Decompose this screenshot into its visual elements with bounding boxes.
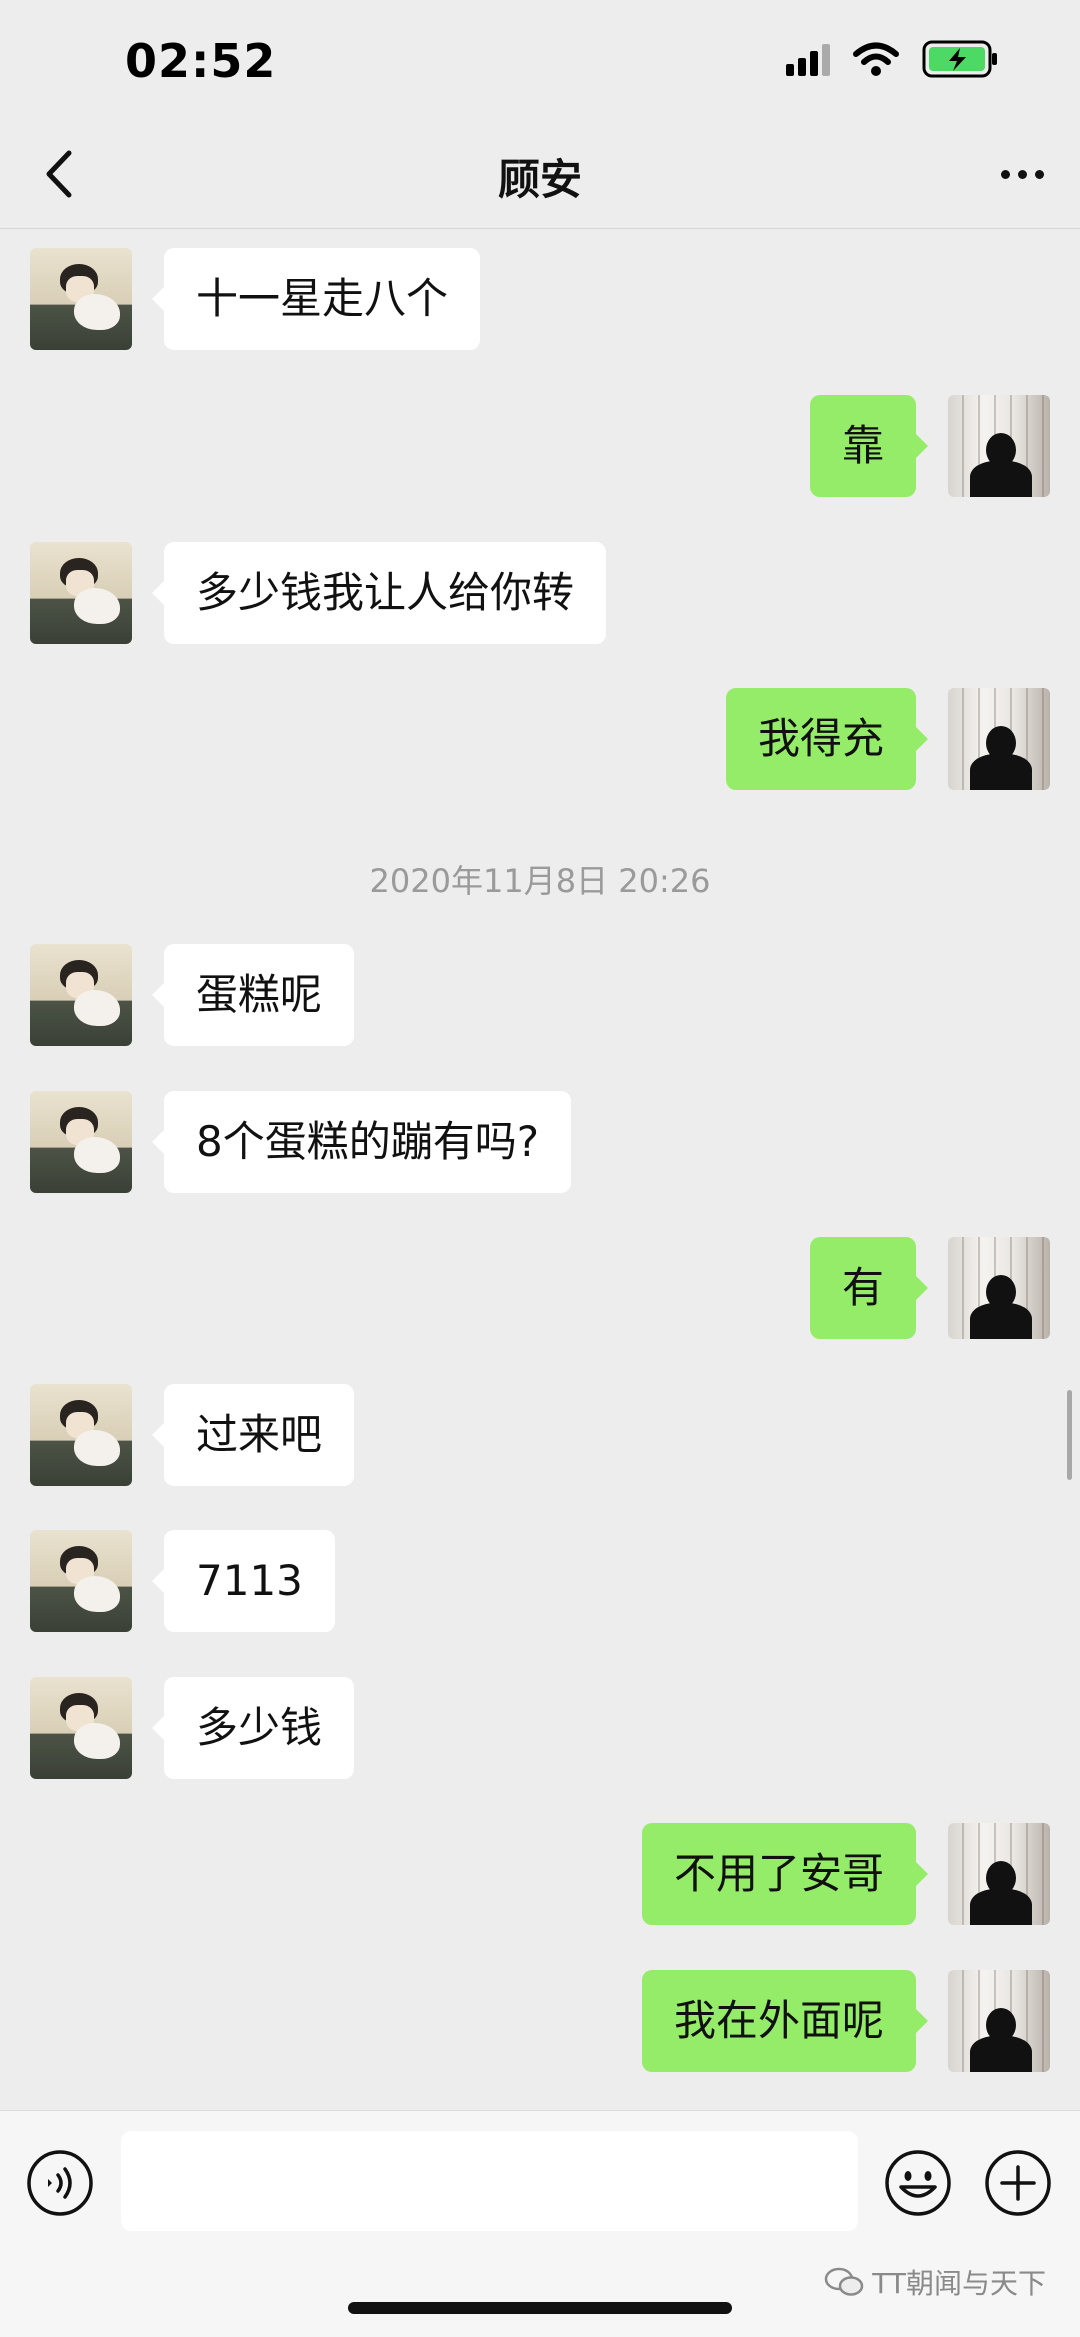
message-input[interactable] [121,2131,858,2231]
message-bubble[interactable]: 有 [809,1237,929,1339]
cellular-signal-icon [786,42,830,76]
message-row: 多少钱 [0,1677,1080,1781]
home-indicator[interactable] [348,2302,732,2314]
plus-button[interactable] [984,2149,1052,2217]
wifi-icon [852,41,900,77]
scrollbar[interactable] [1067,1390,1072,1480]
watermark-text: TT朝闻与天下 [872,2267,1046,2300]
message-bubble[interactable]: 8个蛋糕的蹦有吗? [151,1091,572,1193]
message-row: 7113 [0,1530,1080,1634]
message-bubble[interactable]: 蛋糕呢 [151,944,355,1046]
message-row: 不用了安哥 [0,1823,1080,1927]
self-avatar[interactable] [948,688,1050,790]
message-bubble[interactable]: 不用了安哥 [641,1823,929,1925]
voice-icon [27,2150,93,2216]
status-icons [786,40,1000,78]
voice-button[interactable] [26,2149,94,2217]
message-bubble[interactable]: 我在外面呢 [641,1970,929,2072]
message-row: 过来吧 [0,1384,1080,1488]
self-avatar[interactable] [948,1970,1050,2072]
contact-avatar[interactable] [30,944,132,1046]
message-timestamp: 2020年11月8日 20:26 [369,862,711,900]
message-row: 我得充 [0,688,1080,792]
chat-title: 顾安 [497,155,582,204]
message-bubble[interactable]: 7113 [152,1530,335,1632]
emoji-button[interactable] [884,2149,952,2217]
contact-avatar[interactable] [30,542,132,644]
emoji-icon [885,2150,951,2216]
message-bubble[interactable]: 靠 [809,395,929,497]
message-bubble[interactable]: 过来吧 [151,1384,355,1486]
message-bubble[interactable]: 多少钱我让人给你转 [151,542,607,644]
self-avatar[interactable] [948,1823,1050,1925]
status-bar: 02:52 [0,0,1080,120]
plus-icon [985,2150,1051,2216]
contact-avatar[interactable] [30,1384,132,1486]
message-bubble[interactable]: 十一星走八个 [151,248,481,350]
status-time: 02:52 [125,34,277,88]
message-bubble[interactable]: 我得充 [725,688,929,790]
watermark: TT朝闻与天下 [824,2262,1046,2302]
contact-avatar[interactable] [30,248,132,350]
message-row: 8个蛋糕的蹦有吗? [0,1091,1080,1195]
self-avatar[interactable] [948,395,1050,497]
self-avatar[interactable] [948,1237,1050,1339]
message-row: 多少钱我让人给你转 [0,542,1080,646]
message-row: 我在外面呢 [0,1970,1080,2074]
more-dots-icon [1000,169,1010,179]
message-row: 有 [0,1237,1080,1341]
message-row: 靠 [0,395,1080,499]
contact-avatar[interactable] [30,1530,132,1632]
contact-avatar[interactable] [30,1091,132,1193]
chat-header: 顾安 [0,120,1080,229]
more-button[interactable] [992,146,1052,202]
battery-charging-icon [922,40,1000,78]
message-row: 蛋糕呢 [0,944,1080,1048]
contact-avatar[interactable] [30,1677,132,1779]
message-row: 十一星走八个 [0,248,1080,352]
wechat-logo-icon [825,2267,864,2296]
message-bubble[interactable]: 多少钱 [151,1677,355,1779]
